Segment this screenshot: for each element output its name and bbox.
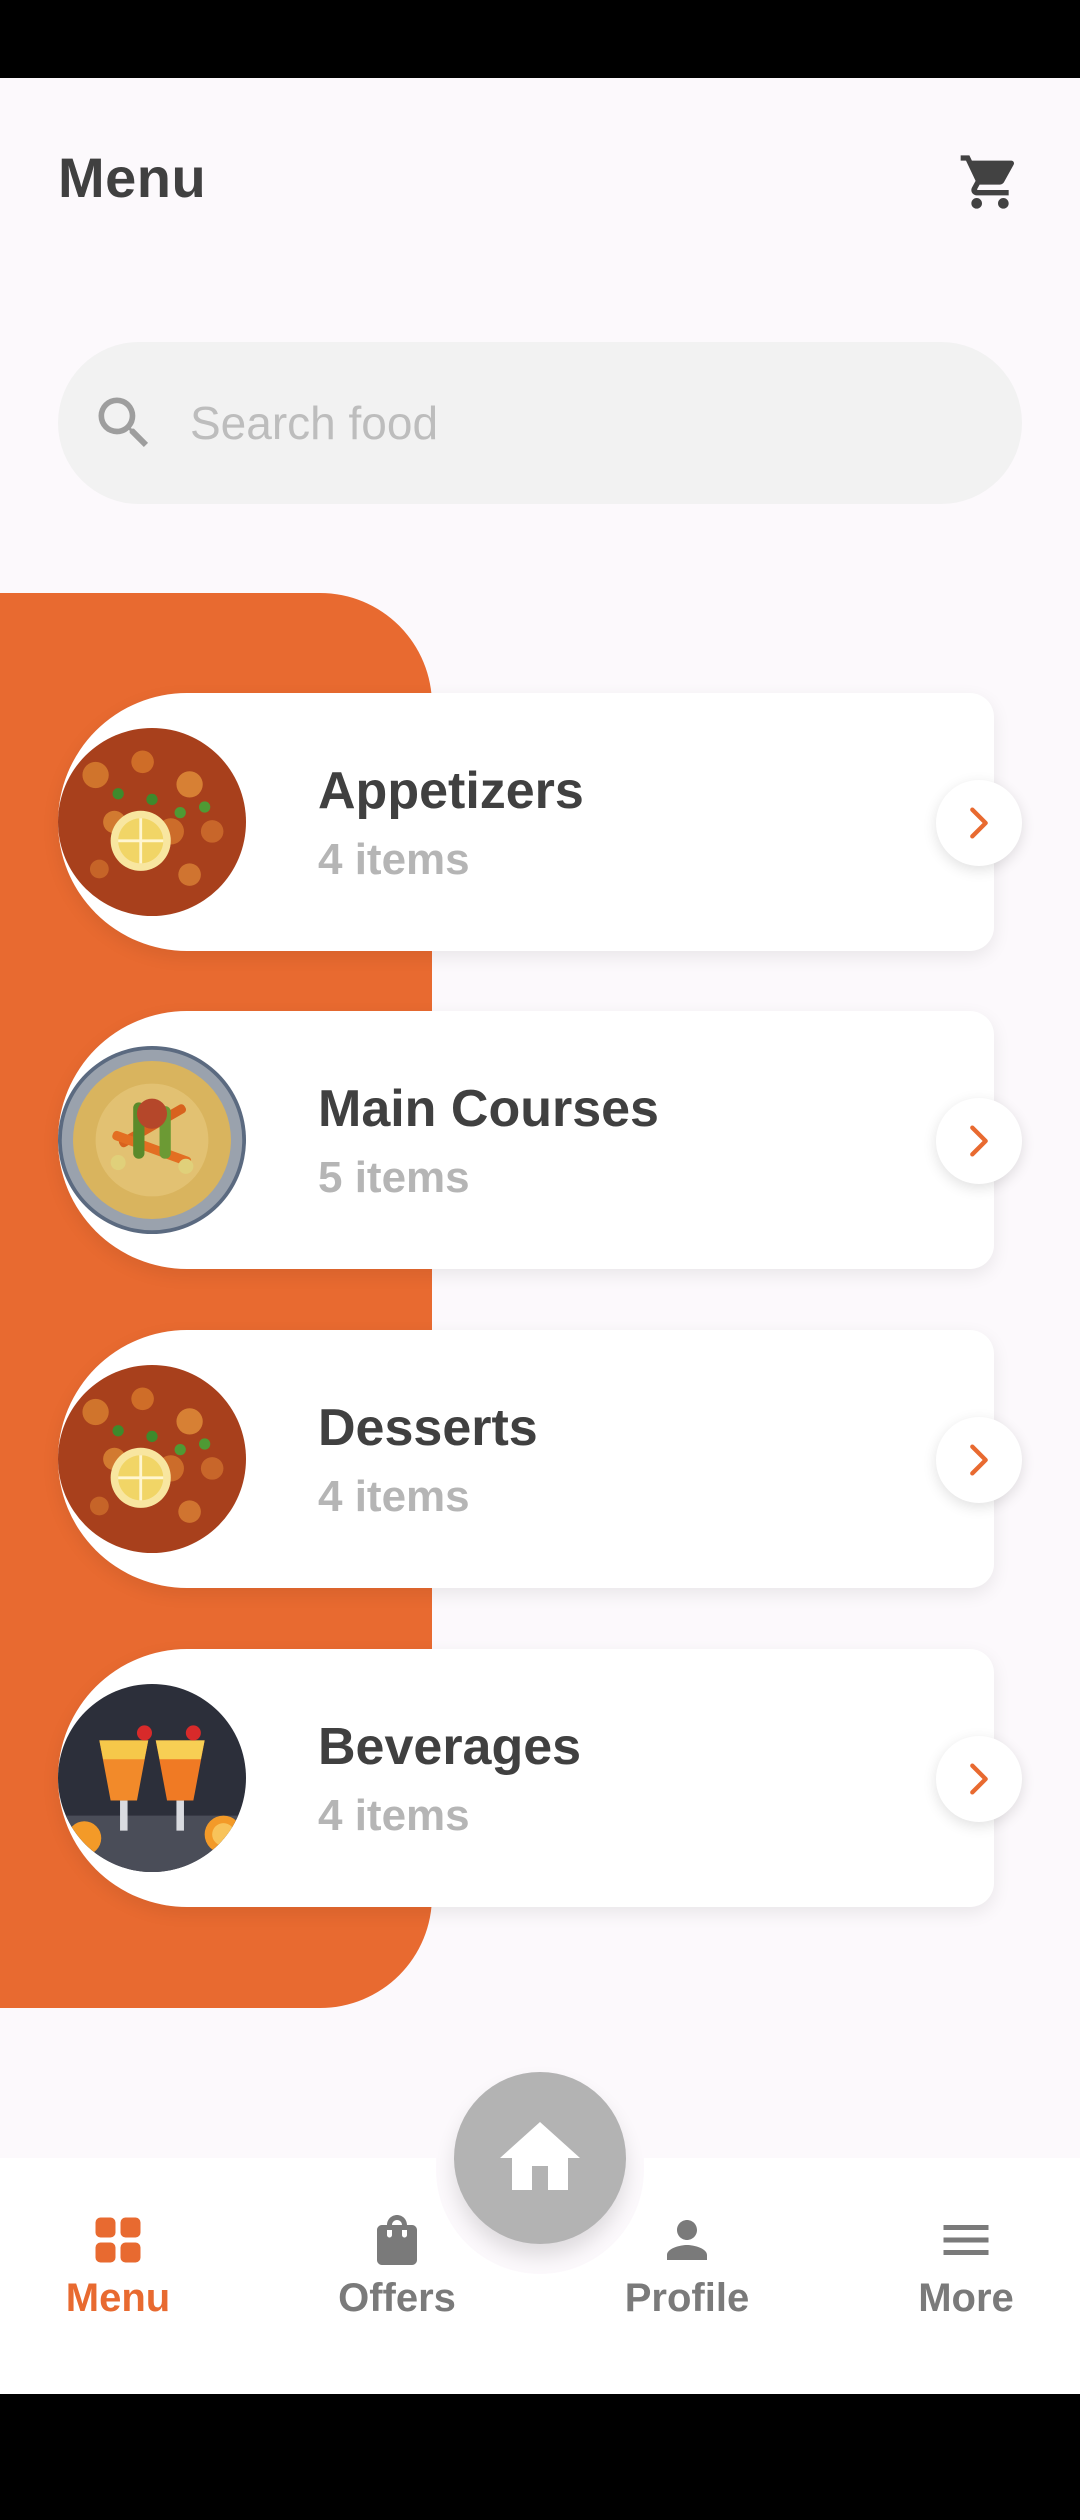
category-title: Appetizers <box>318 762 584 820</box>
nav-tab-label: Menu <box>65 2276 171 2320</box>
cart-icon[interactable] <box>958 150 1022 214</box>
search-input[interactable]: Search food <box>190 396 438 450</box>
category-count: 5 items <box>318 1153 470 1202</box>
category-card-beverages[interactable]: Beverages 4 items <box>58 1649 1022 1907</box>
nav-tab-label: More <box>918 2276 1014 2320</box>
chevron-right-icon[interactable] <box>936 1098 1022 1184</box>
category-image <box>58 728 246 916</box>
bag-icon <box>377 2215 417 2265</box>
category-count: 4 items <box>318 1791 470 1840</box>
search-icon <box>98 397 149 448</box>
system-navigation-bar <box>0 2394 1080 2520</box>
category-count: 4 items <box>318 1472 470 1521</box>
category-image <box>58 1684 246 1872</box>
chevron-right-icon[interactable] <box>936 1736 1022 1822</box>
category-image <box>58 1365 246 1553</box>
nav-tab-label: Offers <box>338 2276 456 2320</box>
category-count: 4 items <box>318 835 470 884</box>
nav-tab-label: Profile <box>624 2276 750 2320</box>
nav-tab-profile[interactable]: Profile <box>587 2210 787 2321</box>
chevron-right-icon[interactable] <box>936 1417 1022 1503</box>
grid-icon <box>95 2217 141 2263</box>
category-card-desserts[interactable]: Desserts 4 items <box>58 1330 1022 1588</box>
menu-lines-icon <box>943 2225 989 2255</box>
category-title: Beverages <box>318 1718 582 1776</box>
home-button[interactable] <box>454 2072 626 2244</box>
category-image <box>58 1046 246 1234</box>
category-card-main-courses[interactable]: Main Courses 5 items <box>58 1011 1022 1269</box>
page-title: Menu <box>58 146 207 209</box>
category-title: Desserts <box>318 1399 538 1457</box>
chevron-right-icon[interactable] <box>936 780 1022 866</box>
person-icon <box>667 2220 707 2260</box>
category-title: Main Courses <box>318 1080 659 1138</box>
home-icon <box>500 2122 580 2190</box>
status-bar <box>0 0 1080 78</box>
category-card-appetizers[interactable]: Appetizers 4 items <box>58 693 1022 951</box>
nav-tab-menu[interactable]: Menu <box>18 2210 218 2321</box>
nav-tab-offers[interactable]: Offers <box>297 2210 497 2321</box>
nav-tab-more[interactable]: More <box>866 2210 1066 2321</box>
search-bar[interactable]: Search food <box>58 342 1022 504</box>
